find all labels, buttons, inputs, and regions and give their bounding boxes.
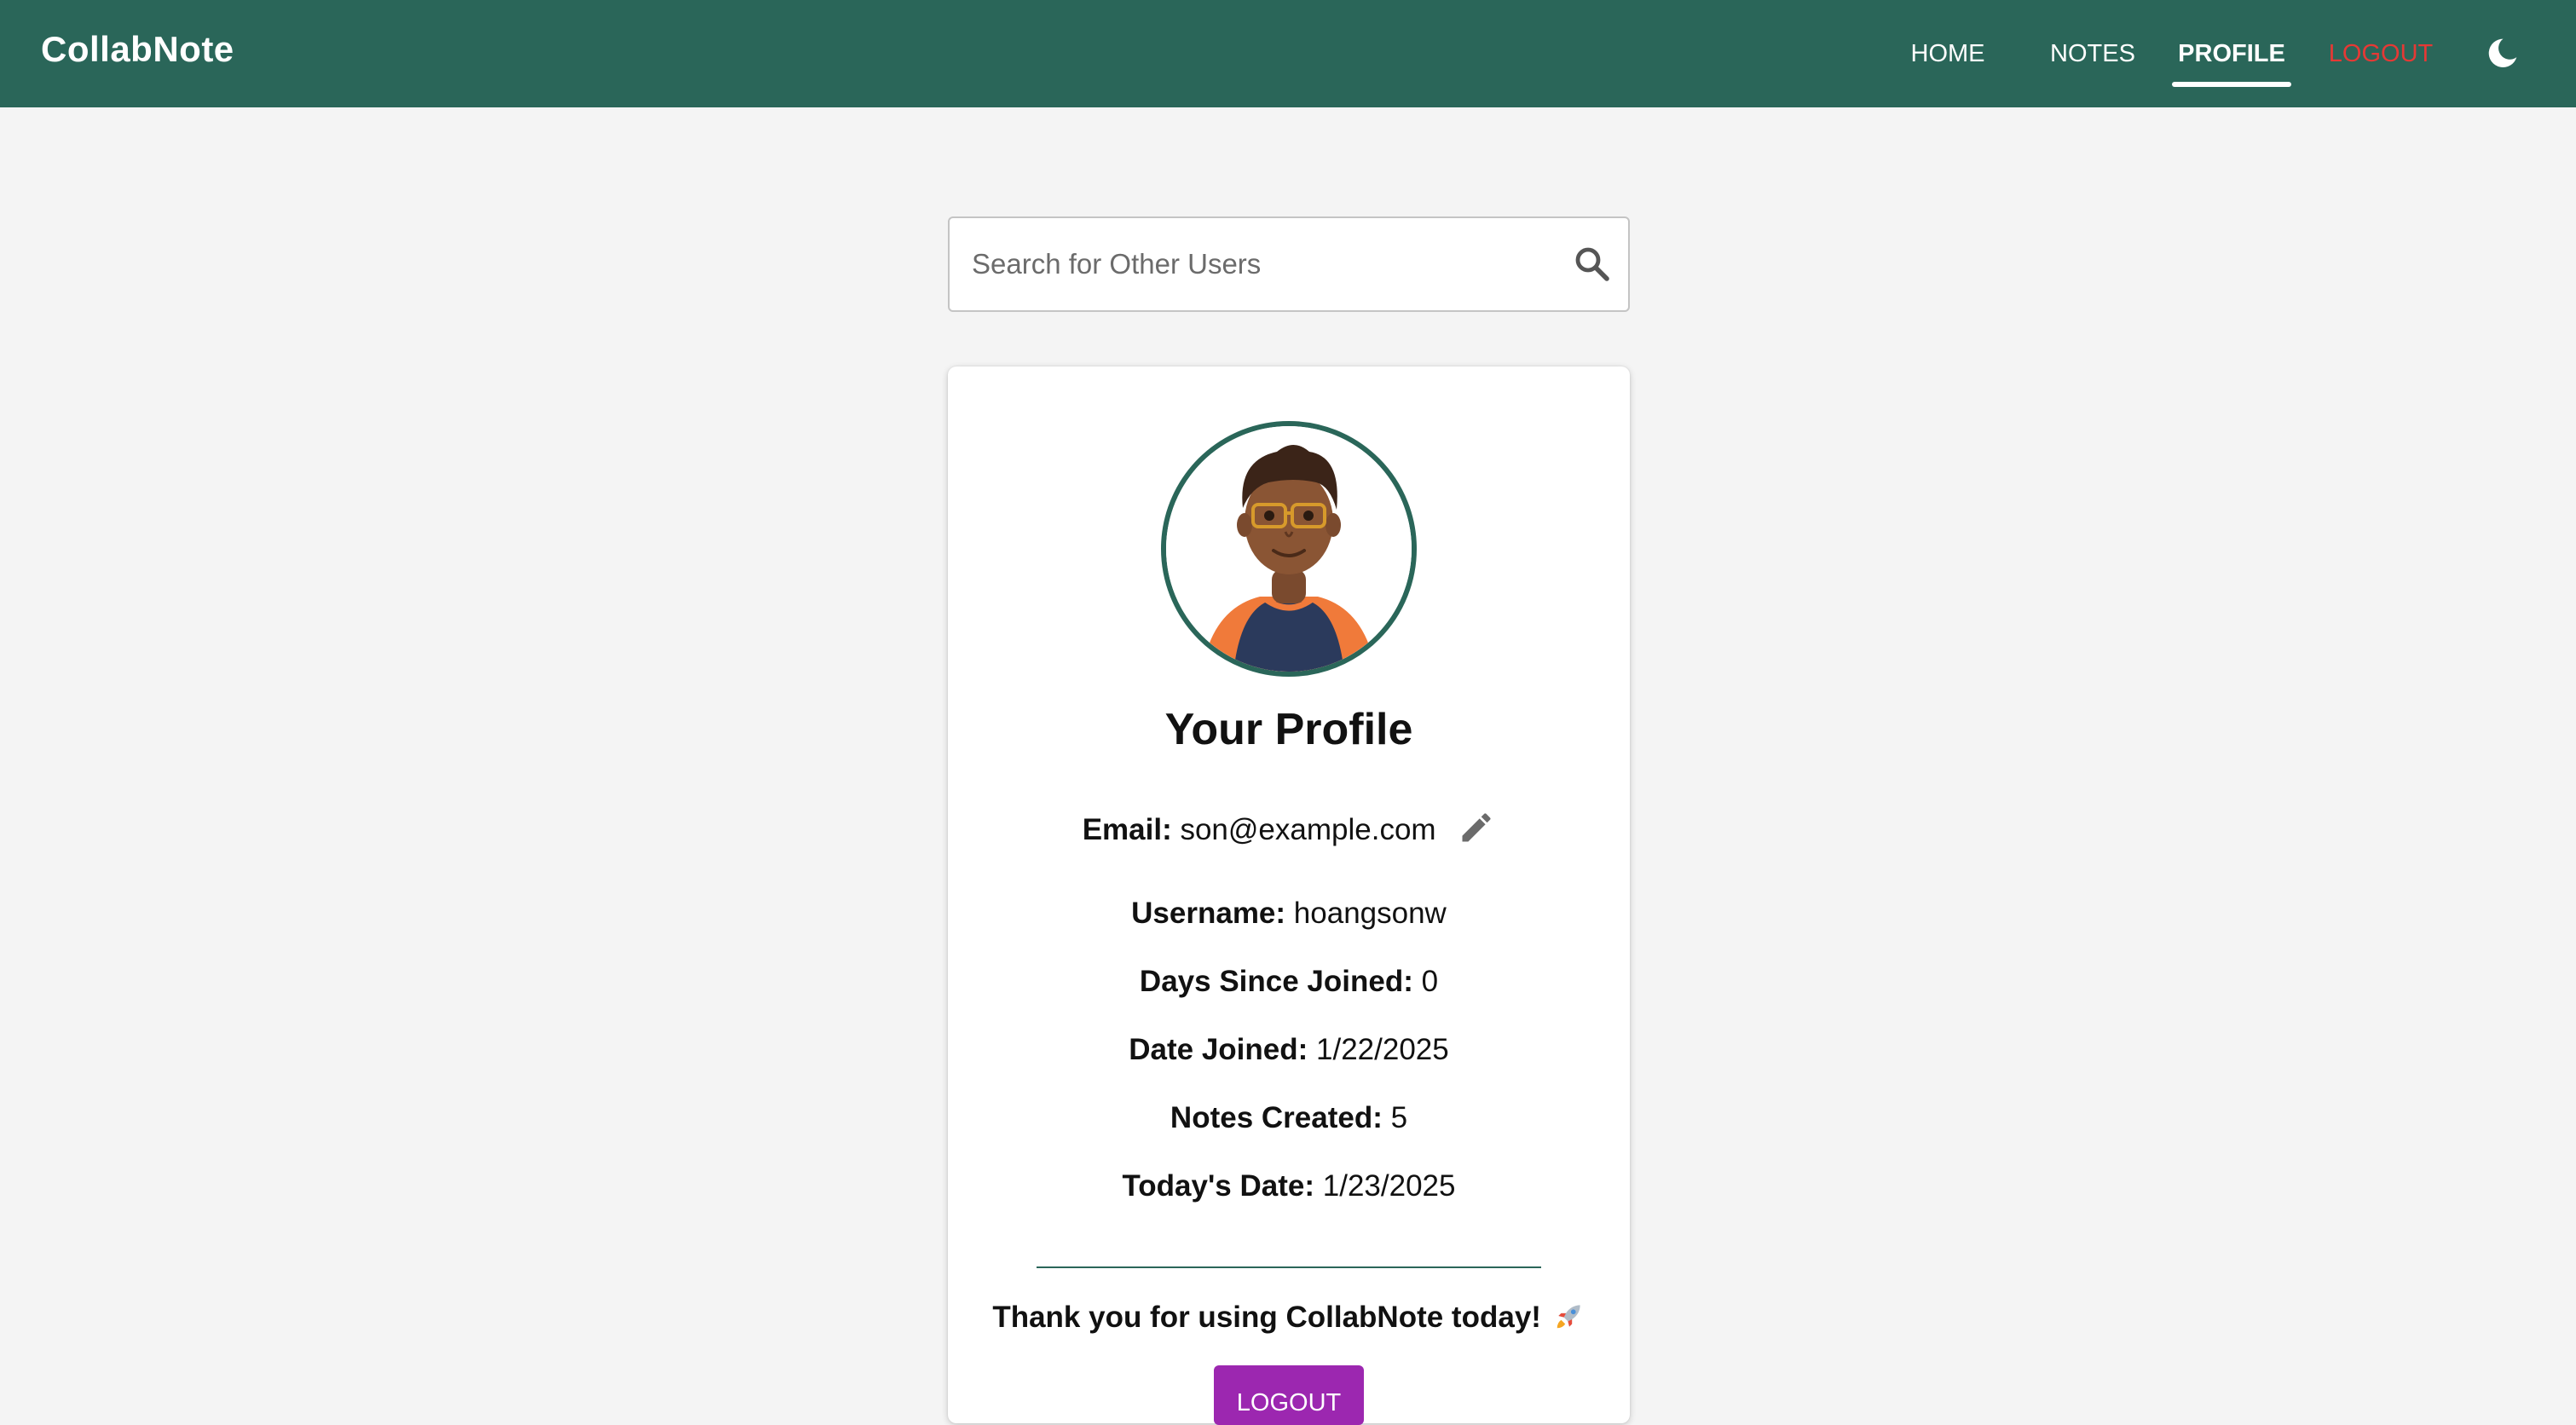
- moon-icon[interactable]: [2486, 36, 2520, 70]
- email-label: Email:: [1082, 813, 1172, 846]
- divider: [1037, 1266, 1541, 1268]
- notes-created-row: Notes Created: 5: [948, 1101, 1630, 1135]
- pencil-icon[interactable]: [1458, 809, 1495, 846]
- days-since-joined-value: 0: [1421, 965, 1439, 998]
- nav-home[interactable]: HOME: [1884, 0, 2012, 107]
- logout-button[interactable]: LOGOUT: [1214, 1365, 1364, 1425]
- date-joined-value: 1/22/2025: [1316, 1033, 1449, 1066]
- notes-created-value: 5: [1390, 1101, 1408, 1134]
- thanks-message: Thank you for using CollabNote today!: [948, 1301, 1630, 1335]
- todays-date-label: Today's Date:: [1122, 1169, 1315, 1203]
- page-title: Your Profile: [1164, 705, 1413, 754]
- days-since-joined-row: Days Since Joined: 0: [948, 965, 1630, 999]
- search-icon[interactable]: [1572, 244, 1613, 285]
- user-search: [948, 216, 1630, 312]
- username-value: hoangsonw: [1293, 897, 1447, 930]
- date-joined-row: Date Joined: 1/22/2025: [948, 1033, 1630, 1067]
- search-input[interactable]: [972, 218, 1551, 310]
- thanks-text: Thank you for using CollabNote today!: [992, 1301, 1541, 1334]
- email-value: son@example.com: [1180, 813, 1436, 846]
- avatar: [1161, 421, 1417, 677]
- date-joined-label: Date Joined:: [1129, 1033, 1308, 1066]
- memoji-avatar-icon: [1166, 426, 1412, 672]
- email-row: Email: son@example.com: [948, 813, 1630, 847]
- nav-logout[interactable]: LOGOUT: [2317, 0, 2445, 107]
- nav-profile[interactable]: PROFILE: [2172, 0, 2291, 107]
- username-row: Username: hoangsonw: [948, 897, 1630, 931]
- todays-date-row: Today's Date: 1/23/2025: [948, 1169, 1630, 1203]
- todays-date-value: 1/23/2025: [1322, 1169, 1456, 1203]
- app-header: CollabNote HOME NOTES PROFILE LOGOUT: [0, 0, 2576, 107]
- username-label: Username:: [1131, 897, 1286, 930]
- days-since-joined-label: Days Since Joined:: [1139, 965, 1413, 998]
- rocket-icon: [1557, 1305, 1580, 1328]
- profile-card: Your Profile Email: son@example.com User…: [948, 366, 1630, 1425]
- app-logo[interactable]: CollabNote: [41, 29, 234, 70]
- nav-notes[interactable]: NOTES: [2029, 0, 2157, 107]
- notes-created-label: Notes Created:: [1170, 1101, 1383, 1134]
